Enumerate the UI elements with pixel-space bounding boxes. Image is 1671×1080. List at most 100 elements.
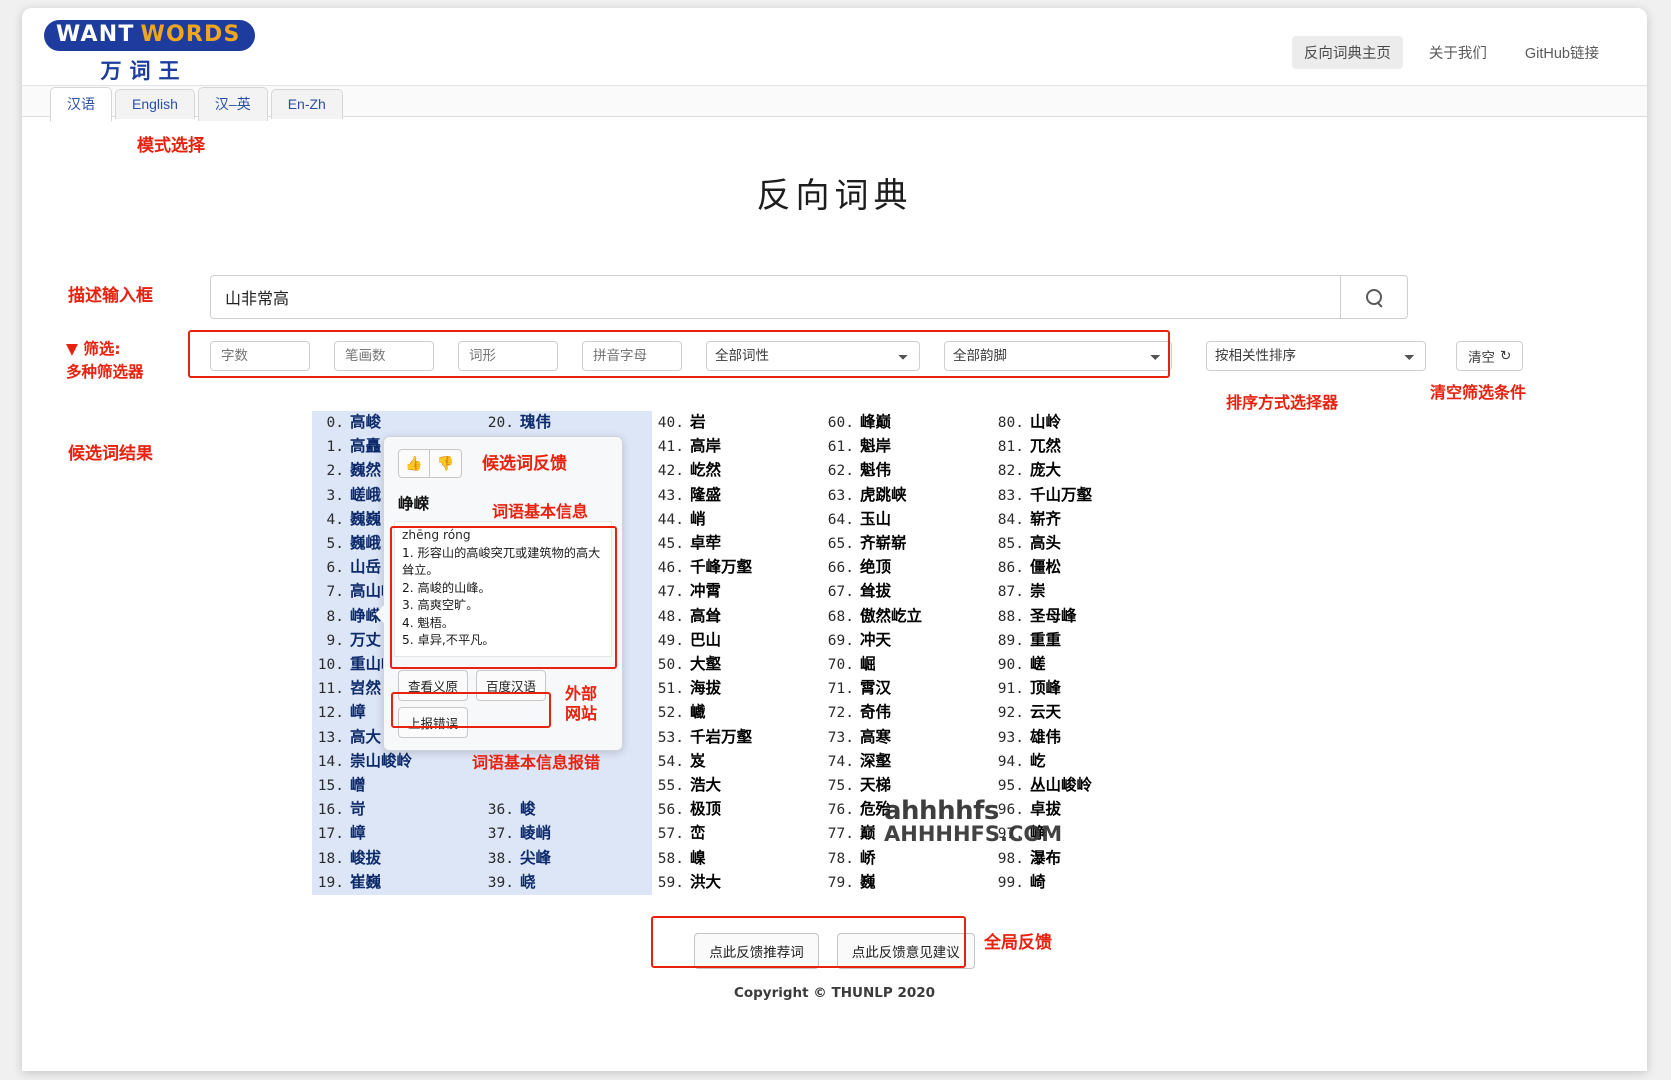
result-word-item[interactable]: 96.卓拔 xyxy=(992,798,1162,822)
filter-rhyme-select[interactable]: 全部韵脚 xyxy=(944,341,1172,371)
result-word-item[interactable]: 80.山岭 xyxy=(992,411,1162,435)
result-word-item[interactable]: 17.嶂 xyxy=(312,822,482,846)
result-word-item[interactable]: 36.峻 xyxy=(482,798,652,822)
result-word-item[interactable]: 48.高耸 xyxy=(652,605,822,629)
result-word-item[interactable]: 60.峰巅 xyxy=(822,411,992,435)
result-word-item[interactable]: 79.巍 xyxy=(822,871,992,895)
result-word-item[interactable]: 42.屹然 xyxy=(652,459,822,483)
nav-item-about[interactable]: 关于我们 xyxy=(1417,36,1499,69)
result-word-item[interactable]: 69.冲天 xyxy=(822,629,992,653)
result-word-item[interactable]: 64.玉山 xyxy=(822,508,992,532)
nav-item-github[interactable]: GitHub链接 xyxy=(1513,36,1611,69)
result-word-item[interactable]: 71.霄汉 xyxy=(822,677,992,701)
result-index: 19. xyxy=(312,872,344,895)
result-word-item[interactable]: 70.崛 xyxy=(822,653,992,677)
result-word-item[interactable]: 86.僵松 xyxy=(992,556,1162,580)
result-word-item[interactable]: 53.千岩万壑 xyxy=(652,726,822,750)
sort-select[interactable]: 按相关性排序 xyxy=(1206,341,1426,371)
result-word-item[interactable]: 68.傲然屹立 xyxy=(822,605,992,629)
result-word-item[interactable]: 59.洪大 xyxy=(652,871,822,895)
result-word-item[interactable]: 39.峣 xyxy=(482,871,652,895)
result-word-item[interactable]: 82.庞大 xyxy=(992,459,1162,483)
result-word-item[interactable]: 52.巇 xyxy=(652,701,822,725)
result-word-item[interactable]: 67.耸拔 xyxy=(822,580,992,604)
result-word-item[interactable]: 78.峤 xyxy=(822,847,992,871)
result-word-item[interactable]: 56.极顶 xyxy=(652,798,822,822)
result-word-item[interactable]: 77.巅 xyxy=(822,822,992,846)
result-word-item[interactable]: 49.巴山 xyxy=(652,629,822,653)
thumbs-up-button[interactable]: 👍 xyxy=(398,449,430,478)
result-word-item[interactable]: 81.兀然 xyxy=(992,435,1162,459)
thumbs-down-button[interactable]: 👎 xyxy=(430,449,462,478)
result-word-item[interactable]: 62.魁伟 xyxy=(822,459,992,483)
result-word-item[interactable]: 88.圣母峰 xyxy=(992,605,1162,629)
result-word-item[interactable]: 72.奇伟 xyxy=(822,701,992,725)
result-word-item[interactable]: 90.嵯 xyxy=(992,653,1162,677)
result-word-item[interactable]: 38.尖峰 xyxy=(482,847,652,871)
result-word-item[interactable]: 45.卓荦 xyxy=(652,532,822,556)
result-word-item[interactable]: 37.崚峭 xyxy=(482,822,652,846)
result-word-item[interactable]: 61.魁岸 xyxy=(822,435,992,459)
tab-chinese[interactable]: 汉语 xyxy=(50,87,112,122)
result-word-item[interactable]: 63.虎跳峡 xyxy=(822,484,992,508)
result-word: 高岸 xyxy=(690,437,721,455)
result-word-item[interactable]: 73.高寒 xyxy=(822,726,992,750)
filter-stroke-count-input[interactable] xyxy=(334,341,434,371)
result-word-item[interactable]: 18.峻拔 xyxy=(312,847,482,871)
result-word-item[interactable]: 93.雄伟 xyxy=(992,726,1162,750)
result-word-item[interactable]: 75.天梯 xyxy=(822,774,992,798)
report-error-button[interactable]: 上报错误 xyxy=(398,707,468,738)
nav-item-home[interactable]: 反向词典主页 xyxy=(1292,36,1403,69)
result-word-item[interactable]: 89.重重 xyxy=(992,629,1162,653)
result-word-item[interactable]: 54.岌 xyxy=(652,750,822,774)
filter-word-shape-input[interactable] xyxy=(458,341,558,371)
result-word-item[interactable]: 19.崔巍 xyxy=(312,871,482,895)
result-word-item[interactable]: 65.齐崭崭 xyxy=(822,532,992,556)
result-word-item[interactable]: 15.嶒 xyxy=(312,774,482,798)
result-word-item[interactable]: 40.岩 xyxy=(652,411,822,435)
site-logo[interactable]: WANTWORDS 万词王 xyxy=(44,20,244,85)
result-word-item[interactable]: 47.冲霄 xyxy=(652,580,822,604)
result-word-item[interactable]: 91.顶峰 xyxy=(992,677,1162,701)
result-word-item[interactable]: 0.高峻 xyxy=(312,411,482,435)
result-word-item[interactable]: 95.丛山峻岭 xyxy=(992,774,1162,798)
result-word-item[interactable]: 58.嵲 xyxy=(652,847,822,871)
result-word-item[interactable]: 83.千山万壑 xyxy=(992,484,1162,508)
filter-pinyin-letter-input[interactable] xyxy=(582,341,682,371)
result-word-item[interactable]: 50.大壑 xyxy=(652,653,822,677)
result-word-item[interactable]: 74.深壑 xyxy=(822,750,992,774)
result-word-item[interactable]: 98.瀑布 xyxy=(992,847,1162,871)
result-word-item[interactable]: 46.千峰万壑 xyxy=(652,556,822,580)
result-word-item[interactable]: 76.危殆 xyxy=(822,798,992,822)
view-sememe-button[interactable]: 查看义原 xyxy=(398,670,468,701)
result-word-item[interactable]: 66.绝顶 xyxy=(822,556,992,580)
result-word-item[interactable]: 14.崇山峻岭 xyxy=(312,750,482,774)
result-word-item[interactable]: 43.隆盛 xyxy=(652,484,822,508)
result-word-item[interactable]: 44.峭 xyxy=(652,508,822,532)
result-word-item[interactable]: 51.海拔 xyxy=(652,677,822,701)
tab-en-zh[interactable]: En-Zh xyxy=(271,89,343,119)
clear-filters-button[interactable]: 清空 ↻ xyxy=(1456,341,1523,371)
result-word-item[interactable]: 92.云天 xyxy=(992,701,1162,725)
result-word-item[interactable]: 41.高岸 xyxy=(652,435,822,459)
tab-english[interactable]: English xyxy=(115,89,195,119)
result-word-item[interactable]: 85.高头 xyxy=(992,532,1162,556)
result-word-item[interactable]: 87.崇 xyxy=(992,580,1162,604)
result-word-item[interactable]: 55.浩大 xyxy=(652,774,822,798)
search-input[interactable] xyxy=(210,275,1340,319)
tab-zh-en[interactable]: 汉–英 xyxy=(198,87,268,121)
result-word-item[interactable]: 99.崎 xyxy=(992,871,1162,895)
result-word-item[interactable]: 97.峥 xyxy=(992,822,1162,846)
baidu-hanyu-button[interactable]: 百度汉语 xyxy=(476,670,546,701)
search-button[interactable] xyxy=(1340,275,1408,319)
feedback-suggestion-button[interactable]: 点此反馈意见建议 xyxy=(837,933,975,969)
result-word-item[interactable]: 16.岢 xyxy=(312,798,482,822)
result-word-item[interactable]: 20.瑰伟 xyxy=(482,411,652,435)
filter-word-count-input[interactable] xyxy=(210,341,310,371)
result-word: 卓荦 xyxy=(690,534,721,552)
filter-pos-select[interactable]: 全部词性 xyxy=(706,341,920,371)
result-word-item[interactable]: 94.屹 xyxy=(992,750,1162,774)
feedback-recommend-button[interactable]: 点此反馈推荐词 xyxy=(694,933,819,969)
result-word-item[interactable]: 84.崭齐 xyxy=(992,508,1162,532)
result-word-item[interactable]: 57.峦 xyxy=(652,822,822,846)
